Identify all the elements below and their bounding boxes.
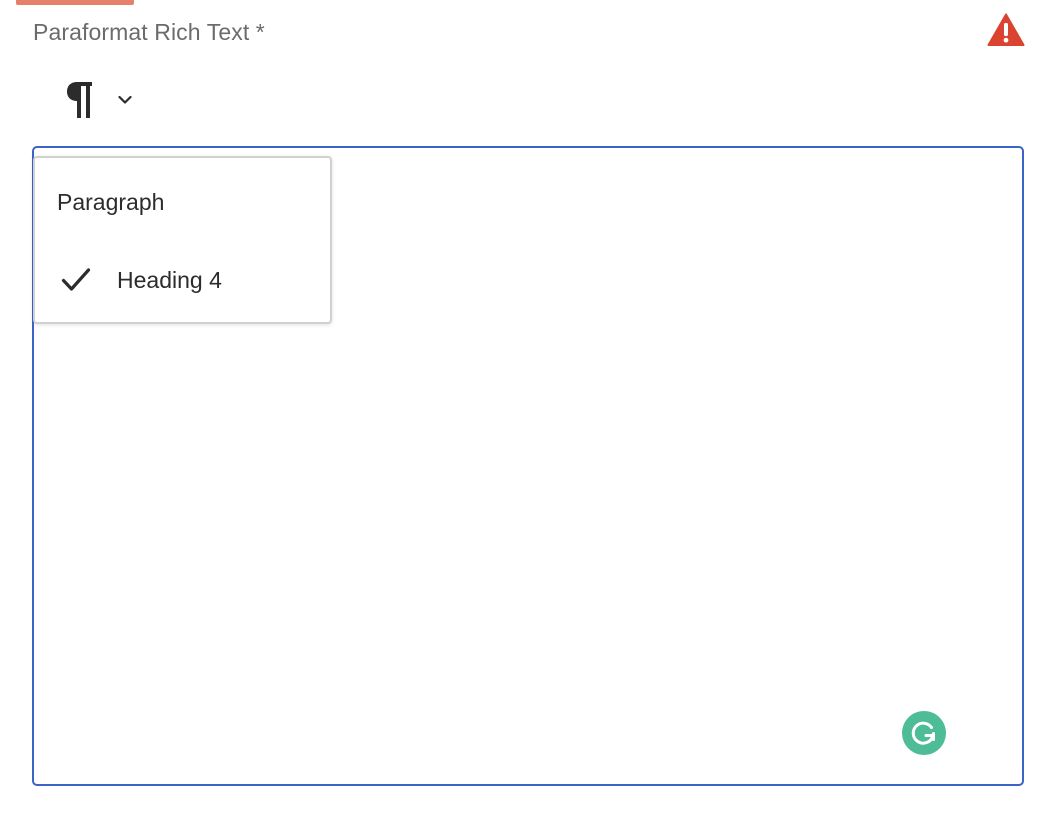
- field-accent-bar: [16, 0, 134, 5]
- grammarly-button[interactable]: [902, 711, 946, 755]
- pilcrow-icon: [67, 82, 92, 118]
- grammarly-icon: [911, 721, 935, 745]
- field-label: Paraformat Rich Text *: [33, 19, 265, 45]
- chevron-down-icon: [118, 95, 132, 104]
- menu-item-heading-4[interactable]: Heading 4: [35, 250, 330, 310]
- menu-item-label: Paragraph: [57, 189, 165, 215]
- menu-item-label: Heading 4: [117, 267, 222, 293]
- menu-item-paragraph[interactable]: Paragraph: [35, 172, 330, 232]
- format-dropdown-menu: Paragraph Heading 4: [33, 156, 332, 324]
- paragraph-format-button[interactable]: [56, 76, 152, 128]
- checkmark-icon: [61, 268, 91, 291]
- alert-icon: [987, 13, 1025, 46]
